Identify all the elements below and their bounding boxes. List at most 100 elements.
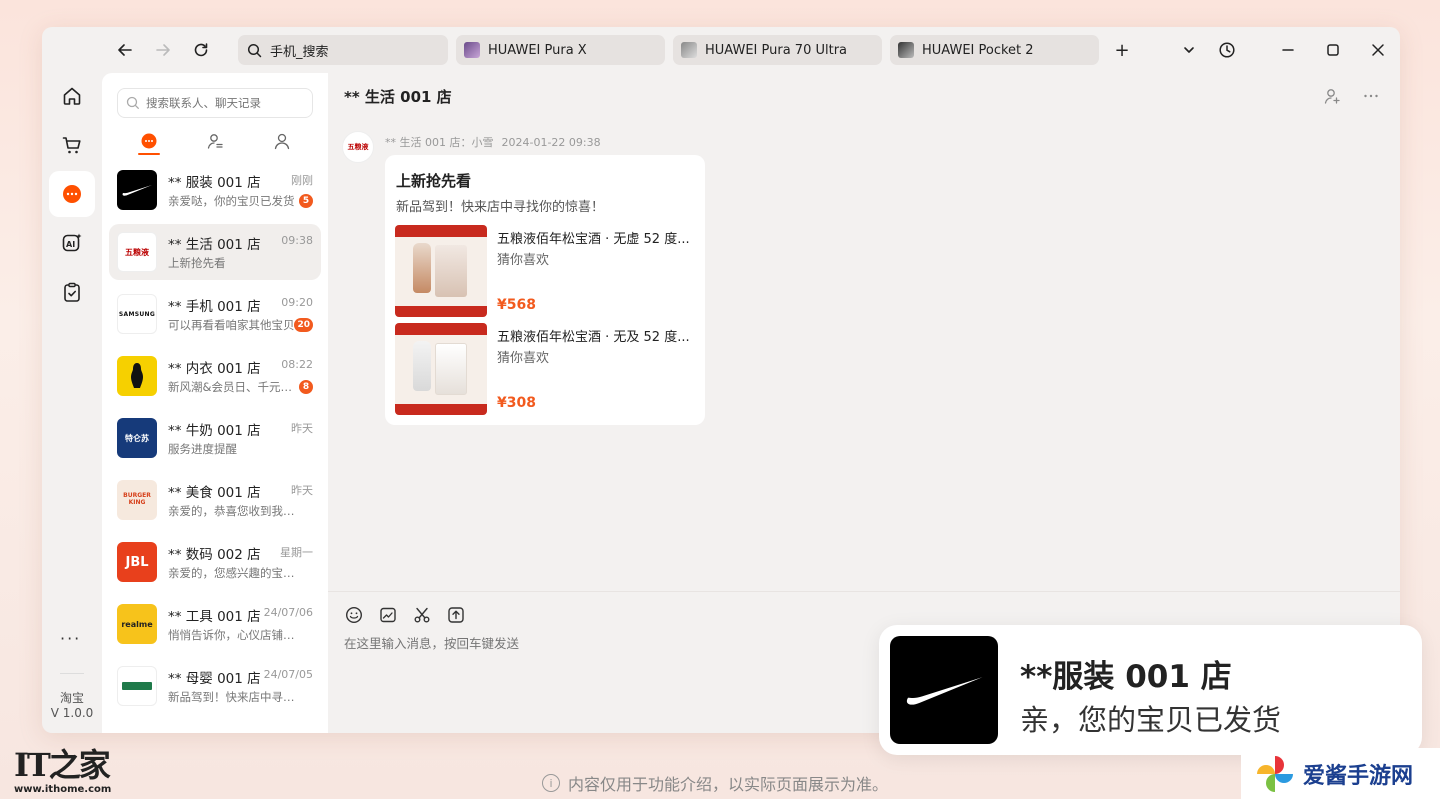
refresh-button[interactable]	[188, 37, 214, 63]
avatar: realme	[117, 604, 157, 644]
contact-preview: 悄悄告诉你，心仪店铺上新了	[168, 628, 296, 642]
chevron-right-icon[interactable]: ›	[440, 85, 446, 101]
more-button[interactable]: ···	[60, 629, 81, 648]
rail-cart[interactable]	[49, 122, 95, 168]
tab-dropdown-button[interactable]	[1176, 37, 1202, 63]
swoosh-logo-icon	[906, 677, 983, 705]
product-name: 五粮液佰年松宝酒 · 无虚 52 度...	[497, 232, 690, 247]
emoji-button[interactable]	[343, 604, 365, 626]
contact-preview: 亲爱的，恭喜您收到我店优惠	[168, 504, 296, 518]
contact-item[interactable]: ** 内衣 001 店 08:22 新风潮&会员日、千元好礼 8	[109, 348, 321, 404]
phone-thumbnail-icon	[898, 42, 914, 58]
footer-notice-text: 内容仅用于功能介绍，以实际页面展示为准。	[568, 775, 889, 794]
notification-logo	[890, 636, 998, 744]
maximize-button[interactable]	[1320, 37, 1346, 63]
rail-divider	[60, 673, 84, 674]
product-item[interactable]: 五粮液佰年松宝酒 · 无虚 52 度... 猜你喜欢 ¥568	[395, 225, 695, 319]
notification-body: 亲，您的宝贝已发货	[1020, 703, 1282, 737]
scissors-icon	[414, 607, 430, 623]
contact-item[interactable]: ** 服装 001 店 刚刚 亲爱哒，你的宝贝已发货 5	[109, 162, 321, 218]
box-graphic	[435, 245, 467, 297]
svg-text:AI: AI	[66, 240, 75, 249]
swoosh-logo-icon	[122, 185, 152, 196]
contact-item[interactable]: 五粮液 ** 生活 001 店 09:38 上新抢先看	[109, 224, 321, 280]
contact-preview: 可以再看看咱家其他宝贝	[168, 318, 295, 332]
watermark-site-name: 爱酱手游网	[1303, 763, 1414, 789]
chat-title[interactable]: ** 生活 001 店	[344, 86, 452, 107]
rail-home[interactable]	[49, 73, 95, 119]
sender-avatar[interactable]: 五粮液	[342, 131, 374, 163]
banner-strip	[395, 225, 487, 237]
unread-badge: 20	[294, 318, 313, 332]
brand-logo-icon	[131, 363, 143, 388]
app-version: V 1.0.0	[50, 706, 94, 720]
image-icon	[380, 607, 396, 623]
contact-preview: 上新抢先看	[168, 256, 226, 270]
add-contact-button[interactable]	[1321, 85, 1343, 107]
history-button[interactable]	[1214, 37, 1240, 63]
more-horizontal-icon	[1364, 94, 1378, 98]
rail-messages[interactable]	[49, 171, 95, 217]
avatar: 五粮液	[117, 232, 157, 272]
screenshot-button[interactable]	[411, 604, 433, 626]
contact-item[interactable]: SAMSUNG ** 手机 001 店 09:20 可以再看看咱家其他宝贝 20	[109, 286, 321, 342]
minimize-button[interactable]	[1275, 37, 1301, 63]
message-datetime: 2024-01-22 09:38	[501, 136, 601, 149]
contact-item[interactable]: BURGER KING ** 美食 001 店 昨天 亲爱的，恭喜您收到我店优惠	[109, 472, 321, 528]
product-item[interactable]: 五粮液佰年松宝酒 · 无及 52 度... 猜你喜欢 ¥308	[395, 323, 695, 417]
contact-item[interactable]: realme ** 工具 001 店 24/07/06 悄悄告诉你，心仪店铺上新…	[109, 596, 321, 652]
close-button[interactable]	[1365, 37, 1391, 63]
contact-search[interactable]	[117, 88, 313, 118]
upload-file-button[interactable]	[445, 604, 467, 626]
contact-filter-tabs	[117, 127, 313, 155]
user-icon	[274, 133, 290, 150]
promo-card-title: 上新抢先看	[396, 172, 472, 190]
contact-name: ** 手机 001 店	[168, 299, 261, 315]
tab-search[interactable]: 手机_搜索	[238, 35, 448, 65]
contact-name: ** 内衣 001 店	[168, 361, 261, 377]
contact-item[interactable]: JBL ** 数码 002 店 星期一 亲爱的，您感兴趣的宝贝降价了	[109, 534, 321, 590]
tab-pocket-2[interactable]: HUAWEI Pocket 2	[890, 35, 1099, 65]
banner-strip	[395, 306, 487, 317]
contact-time: 刚刚	[291, 174, 313, 187]
rail-ai[interactable]: AI	[49, 220, 95, 266]
filter-friends[interactable]	[267, 127, 297, 155]
contact-item[interactable]: 特仑苏 ** 牛奶 001 店 昨天 服务进度提醒	[109, 410, 321, 466]
back-button[interactable]	[112, 37, 138, 63]
promo-card[interactable]: 上新抢先看 新品驾到！快来店中寻找你的惊喜！ 五粮液佰年松宝酒 · 无虚 52 …	[385, 155, 705, 425]
avatar: JBL	[117, 542, 157, 582]
avatar: BURGER KING	[117, 480, 157, 520]
filter-all-chats[interactable]	[134, 127, 164, 155]
contact-item[interactable]: ** 母婴 001 店 24/07/05 新品驾到！快来店中寻找你的惊喜	[109, 658, 321, 714]
message-input[interactable]	[344, 636, 864, 651]
tab-label: HUAWEI Pocket 2	[922, 42, 1034, 58]
chat-bubble-icon	[141, 133, 157, 149]
contact-name: ** 母婴 001 店	[168, 671, 261, 687]
user-list-icon	[207, 134, 223, 149]
filter-contacts[interactable]	[200, 127, 230, 155]
rail-orders[interactable]	[49, 269, 95, 315]
add-user-icon	[1324, 89, 1340, 104]
message-sender: ** 生活 001 店：小雪	[385, 136, 494, 149]
avatar	[117, 356, 157, 396]
footer-notice: i 内容仅用于功能介绍，以实际页面展示为准。	[542, 771, 888, 795]
contact-time: 昨天	[291, 484, 313, 497]
home-icon	[63, 87, 81, 105]
chat-more-button[interactable]	[1360, 85, 1382, 107]
tab-pura-70-ultra[interactable]: HUAWEI Pura 70 Ultra	[673, 35, 882, 65]
new-tab-button[interactable]: +	[1109, 37, 1135, 63]
cart-icon	[62, 137, 81, 154]
image-button[interactable]	[377, 604, 399, 626]
contact-search-input[interactable]	[146, 96, 306, 110]
contact-preview: 服务进度提醒	[168, 442, 237, 456]
forward-button[interactable]	[150, 37, 176, 63]
tab-pura-x[interactable]: HUAWEI Pura X	[456, 35, 665, 65]
contact-preview: 亲爱的，您感兴趣的宝贝降价了	[168, 566, 296, 580]
product-image	[395, 323, 487, 415]
maximize-icon	[1327, 44, 1339, 56]
pinwheel-logo-icon	[1257, 755, 1293, 792]
watermark-ithome: IT之家 www.ithome.com	[14, 740, 111, 795]
notification-toast[interactable]: **服装 001 店 亲，您的宝贝已发货	[879, 625, 1422, 755]
watermark-url: www.ithome.com	[14, 784, 112, 795]
product-price: ¥568	[497, 297, 536, 313]
